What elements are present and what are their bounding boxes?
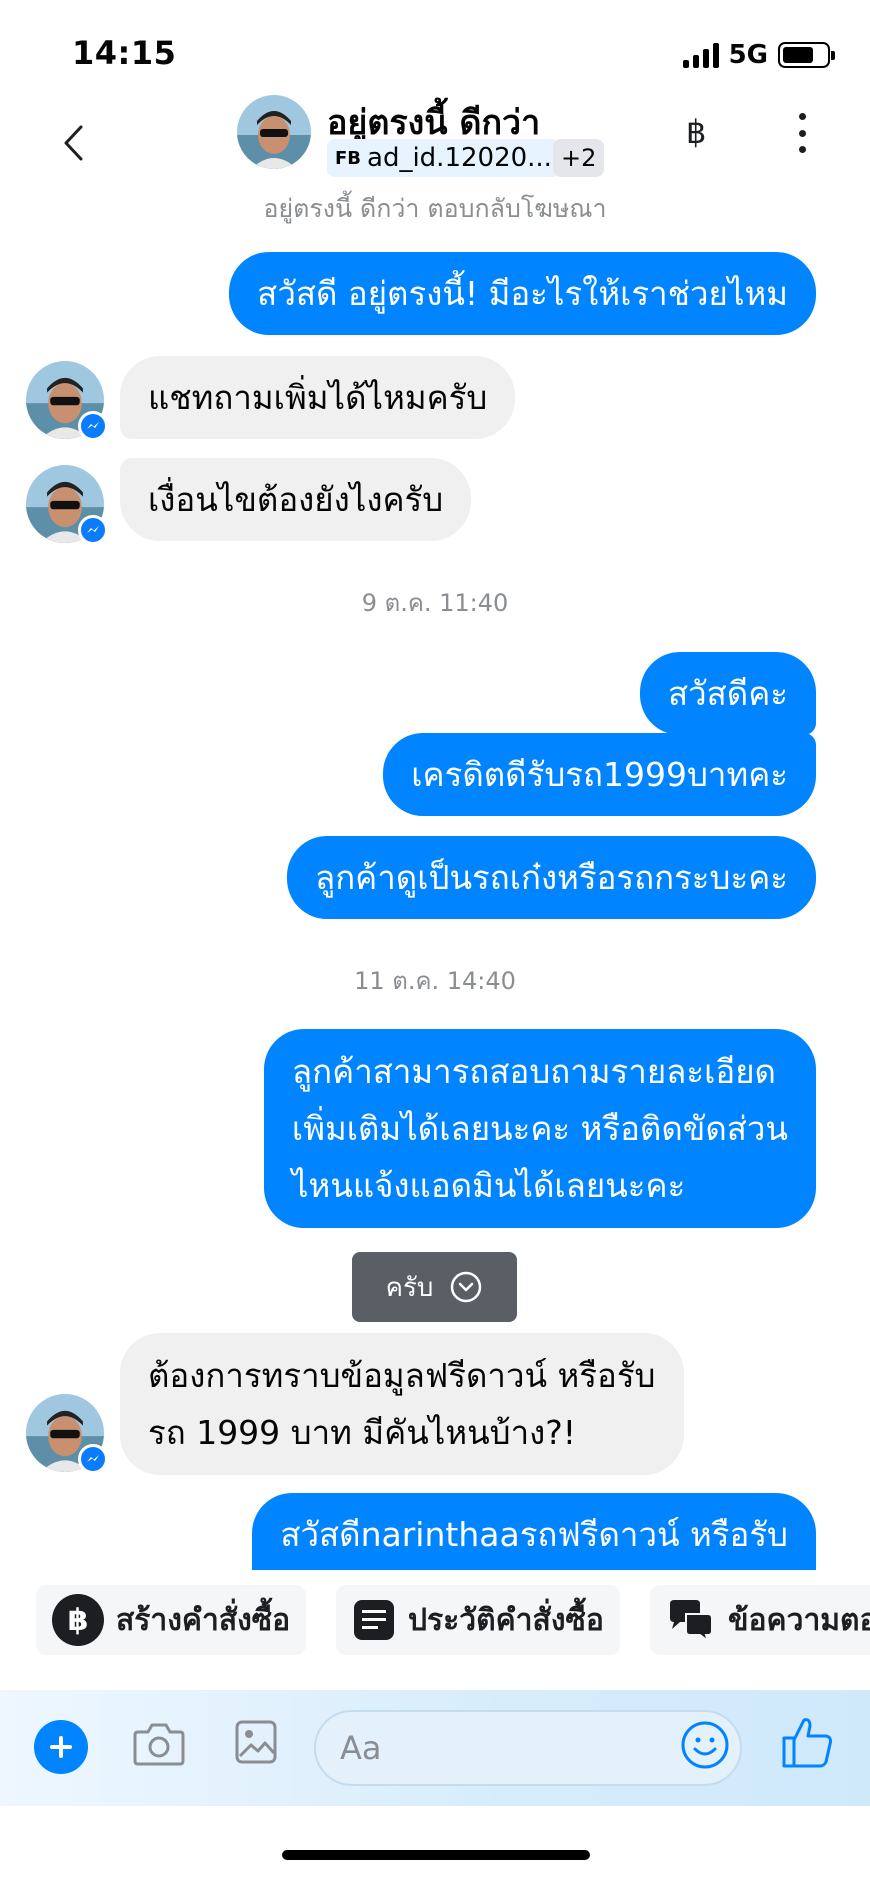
status-indicators: 5G (682, 40, 835, 70)
saved-replies-label: ข้อความตอบกลับ (728, 1602, 870, 1638)
chat-bubbles-icon (670, 1600, 713, 1642)
message-line: รถ 1999 บาท มีคันไหนบ้าง?! (148, 1413, 577, 1452)
message-bubble-outgoing[interactable]: สวัสดีคะ (639, 652, 816, 735)
message-line: ไหนแจ้งแอดมินได้เลยนะคะ (291, 1166, 686, 1205)
image-icon (235, 1720, 277, 1764)
messenger-icon (78, 1444, 108, 1474)
message-line: เพิ่มเติมได้เลยนะคะ หรือติดขัดส่วน (291, 1109, 788, 1148)
create-order-button[interactable]: ฿ สร้างคำสั่งซื้อ (36, 1585, 307, 1655)
baht-icon[interactable]: ฿ (686, 113, 706, 151)
saved-replies-button[interactable]: ข้อความตอบกลับ (650, 1585, 870, 1655)
ad-id-text: ad_id.12020... (367, 143, 552, 173)
status-time: 14:15 (72, 34, 177, 72)
ad-id-tag[interactable]: FB ad_id.12020... (327, 139, 560, 177)
header-subtitle: อยู่ตรงนี้ ดีกว่า ตอบกลับโฆษณา (263, 194, 607, 223)
chevron-left-icon (64, 125, 83, 161)
create-order-label: สร้างคำสั่งซื้อ (116, 1602, 291, 1638)
sender-avatar[interactable] (26, 1394, 108, 1474)
emoji-icon (681, 1721, 729, 1769)
home-indicator (282, 1850, 590, 1860)
message-bubble-outgoing[interactable]: เครดิตดีรับรถ1999บาทคะ (383, 733, 816, 816)
quick-actions-bar[interactable]: ฿ สร้างคำสั่งซื้อ ประวัติคำสั่งซื้อ ข้อค… (0, 1585, 870, 1657)
message-bubble-outgoing[interactable]: สวัสดี อยู่ตรงนี้! มีอะไรให้เราช่วยไหม (229, 252, 816, 335)
message-line: ลูกค้าสามารถสอบถามรายละเอียด (291, 1052, 776, 1091)
camera-button[interactable] (132, 1720, 186, 1772)
chat-header: อยู่ตรงนี้ ดีกว่า FB ad_id.12020... +2 ฿… (0, 95, 870, 235)
chevron-down-circle-icon (451, 1271, 482, 1303)
message-input-container[interactable] (314, 1710, 742, 1786)
camera-icon (133, 1723, 185, 1766)
message-bubble-incoming[interactable]: แชทถามเพิ่มได้ไหมครับ (120, 356, 516, 439)
messenger-icon (78, 515, 108, 545)
add-attachment-button[interactable] (34, 1720, 88, 1774)
message-input[interactable] (316, 1712, 740, 1784)
toast-label: ครับ (385, 1272, 434, 1303)
more-options-icon[interactable] (790, 113, 814, 153)
network-label: 5G (728, 40, 768, 70)
order-history-button[interactable]: ประวัติคำสั่งซื้อ (336, 1585, 620, 1655)
message-bubble-incoming[interactable]: ต้องการทราบข้อมูลฟรีดาวน์ หรือรับ รถ 199… (120, 1333, 684, 1475)
message-line: ต้องการทราบข้อมูลฟรีดาวน์ หรือรับ (148, 1356, 656, 1395)
message-composer (0, 1690, 870, 1806)
sender-avatar[interactable] (26, 361, 108, 441)
messenger-icon (78, 411, 108, 441)
back-button[interactable] (48, 113, 98, 173)
timestamp: 11 ต.ค. 14:40 (354, 967, 516, 995)
plus-icon (50, 1736, 72, 1758)
list-icon (354, 1600, 394, 1640)
message-bubble-incoming[interactable]: เงื่อนไขต้องยังไงครับ (120, 458, 472, 541)
baht-icon: ฿ (52, 1594, 104, 1646)
message-bubble-outgoing[interactable]: สวัสดีnarinthaaรถฟรีดาวน์ หรือรับ (252, 1493, 816, 1570)
timestamp: 9 ต.ค. 11:40 (361, 589, 509, 617)
gallery-button[interactable] (234, 1718, 278, 1770)
like-button[interactable] (780, 1714, 834, 1774)
status-bar: 14:15 5G (0, 0, 870, 100)
fb-label: FB (335, 147, 362, 169)
order-history-label: ประวัติคำสั่งซื้อ (408, 1602, 604, 1638)
scroll-to-latest-button[interactable]: ครับ (352, 1252, 517, 1322)
message-list[interactable]: สวัสดี อยู่ตรงนี้! มีอะไรให้เราช่วยไหม แ… (0, 250, 870, 1570)
sender-avatar[interactable] (26, 465, 108, 545)
signal-icon (682, 42, 719, 68)
emoji-button[interactable] (680, 1720, 730, 1774)
message-bubble-outgoing[interactable]: ลูกค้าสามารถสอบถามรายละเอียด เพิ่มเติมได… (263, 1029, 816, 1228)
battery-icon (778, 42, 835, 68)
thumbs-up-icon (782, 1718, 832, 1768)
message-bubble-outgoing[interactable]: ลูกค้าดูเป็นรถเก๋งหรือรถกระบะคะ (286, 836, 816, 919)
more-tags-badge[interactable]: +2 (553, 139, 605, 177)
contact-avatar[interactable] (237, 95, 311, 169)
